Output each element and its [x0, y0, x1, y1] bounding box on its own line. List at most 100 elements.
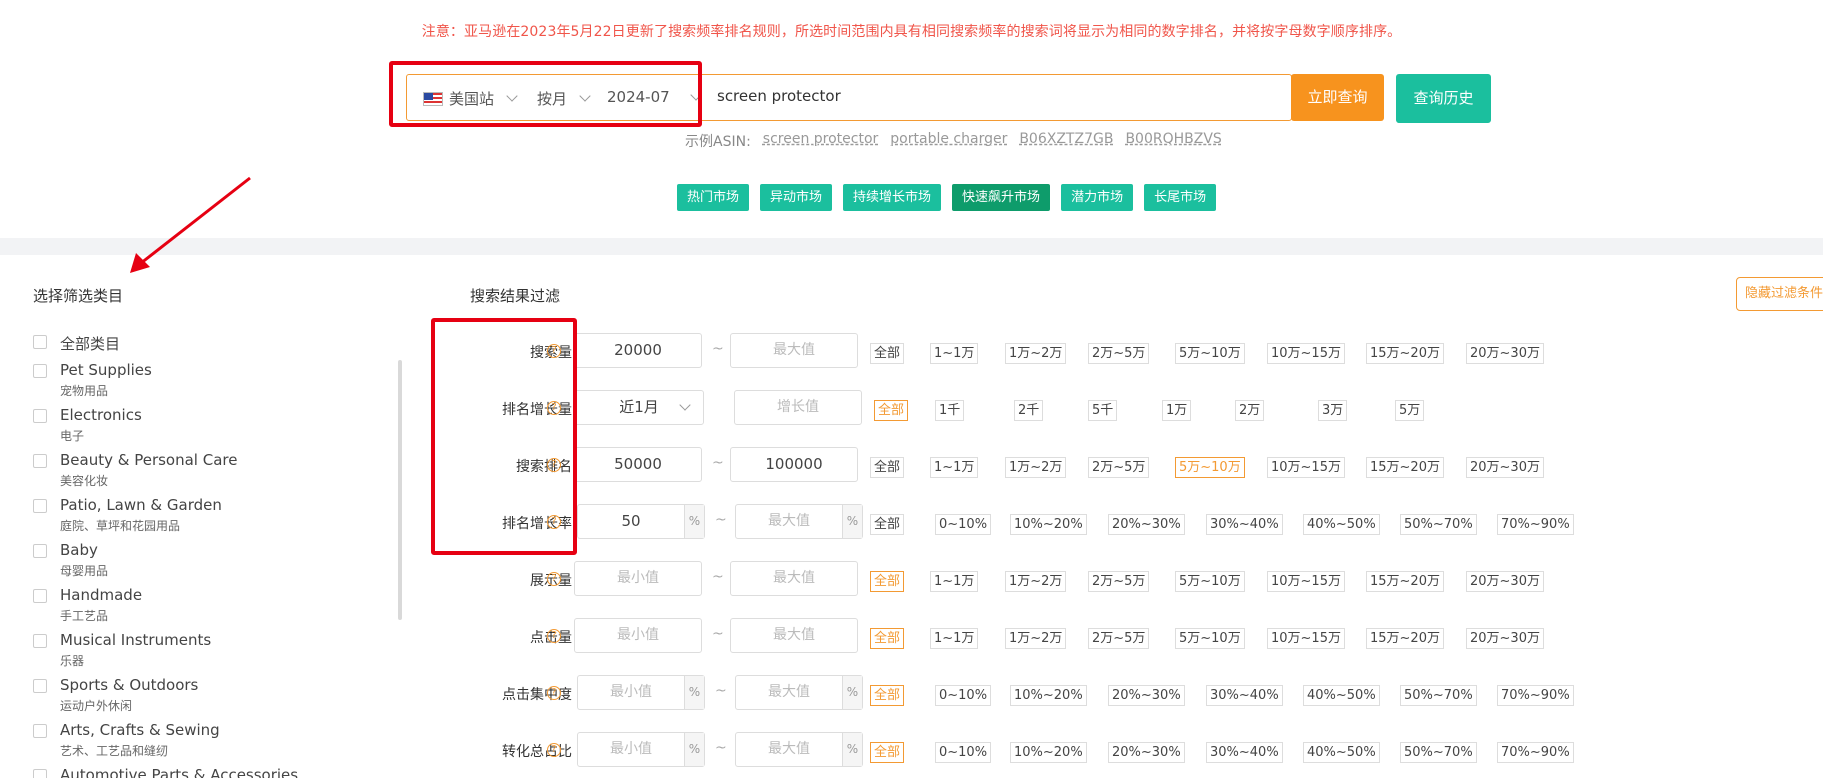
preset-chip[interactable]: 2万: [1235, 400, 1265, 421]
max-input[interactable]: 最大值%: [735, 732, 863, 767]
preset-chip[interactable]: 0~10%: [935, 514, 992, 535]
preset-chip[interactable]: 1~1万: [930, 628, 979, 649]
preset-chip[interactable]: 70%~90%: [1497, 742, 1574, 763]
preset-chip[interactable]: 30%~40%: [1206, 742, 1283, 763]
preset-chip[interactable]: 10万~15万: [1267, 628, 1345, 649]
category-item[interactable]: Beauty & Personal Care 美容化妆: [33, 451, 383, 496]
preset-chip[interactable]: 20万~30万: [1466, 628, 1544, 649]
preset-chip[interactable]: 1万~2万: [1005, 628, 1067, 649]
preset-chip[interactable]: 1千: [935, 400, 965, 421]
tab-abnormal-market[interactable]: 异动市场: [760, 184, 833, 211]
preset-chip[interactable]: 全部: [874, 400, 909, 421]
preset-chip[interactable]: 10万~15万: [1267, 571, 1345, 592]
help-icon[interactable]: ?: [547, 629, 561, 643]
preset-chip[interactable]: 1~1万: [930, 457, 979, 478]
search-input[interactable]: [717, 87, 1277, 105]
max-input[interactable]: 最大值%: [735, 504, 863, 539]
preset-chip[interactable]: 15万~20万: [1366, 343, 1444, 364]
preset-chip[interactable]: 20万~30万: [1466, 343, 1544, 364]
help-icon[interactable]: ?: [547, 743, 561, 757]
query-button[interactable]: 立即查询: [1291, 74, 1384, 121]
preset-chip[interactable]: 30%~40%: [1206, 685, 1283, 706]
period-dropdown[interactable]: 近1月: [574, 390, 704, 425]
preset-chip[interactable]: 5万~10万: [1175, 628, 1245, 649]
preset-chip[interactable]: 20万~30万: [1466, 571, 1544, 592]
preset-chip[interactable]: 2万~5万: [1088, 343, 1150, 364]
category-scrollbar[interactable]: [398, 360, 402, 620]
preset-chip[interactable]: 1万~2万: [1005, 343, 1067, 364]
preset-chip[interactable]: 70%~90%: [1497, 685, 1574, 706]
preset-chip[interactable]: 2万~5万: [1088, 571, 1150, 592]
preset-chip[interactable]: 3万: [1318, 400, 1348, 421]
preset-chip[interactable]: 15万~20万: [1366, 571, 1444, 592]
checkbox[interactable]: [33, 679, 47, 693]
hide-filters-button[interactable]: 隐藏过滤条件: [1736, 277, 1823, 311]
tab-growth-market[interactable]: 持续增长市场: [843, 184, 942, 211]
checkbox[interactable]: [33, 724, 47, 738]
preset-chip[interactable]: 50%~70%: [1400, 514, 1477, 535]
checkbox[interactable]: [33, 335, 47, 349]
min-input[interactable]: 最小值%: [577, 675, 705, 710]
preset-chip[interactable]: 2千: [1014, 400, 1044, 421]
category-item[interactable]: Electronics 电子: [33, 406, 383, 451]
preset-chip[interactable]: 40%~50%: [1303, 514, 1380, 535]
preset-chip[interactable]: 50%~70%: [1400, 742, 1477, 763]
category-item[interactable]: Automotive Parts & Accessories: [33, 766, 383, 778]
checkbox[interactable]: [33, 544, 47, 558]
category-item[interactable]: Handmade 手工艺品: [33, 586, 383, 631]
category-item[interactable]: Pet Supplies 宠物用品: [33, 361, 383, 406]
preset-chip[interactable]: 30%~40%: [1206, 514, 1283, 535]
max-input[interactable]: 最大值%: [735, 675, 863, 710]
example-link[interactable]: portable charger: [890, 131, 1007, 151]
preset-chip[interactable]: 10%~20%: [1010, 742, 1087, 763]
checkbox[interactable]: [33, 769, 47, 778]
preset-chip[interactable]: 1万~2万: [1005, 457, 1067, 478]
preset-chip[interactable]: 1~1万: [930, 571, 979, 592]
max-input[interactable]: 100000: [730, 447, 858, 482]
checkbox[interactable]: [33, 589, 47, 603]
min-input[interactable]: 50000: [574, 447, 702, 482]
preset-chip[interactable]: 15万~20万: [1366, 457, 1444, 478]
preset-chip[interactable]: 10%~20%: [1010, 514, 1087, 535]
category-item[interactable]: Patio, Lawn & Garden 庭院、草坪和花园用品: [33, 496, 383, 541]
preset-chip[interactable]: 20万~30万: [1466, 457, 1544, 478]
min-input[interactable]: 20000: [574, 333, 702, 368]
min-input[interactable]: 最小值%: [577, 732, 705, 767]
preset-chip[interactable]: 5万~10万: [1175, 457, 1245, 478]
preset-chip[interactable]: 70%~90%: [1497, 514, 1574, 535]
checkbox[interactable]: [33, 634, 47, 648]
preset-chip[interactable]: 40%~50%: [1303, 685, 1380, 706]
preset-chip[interactable]: 40%~50%: [1303, 742, 1380, 763]
preset-chip[interactable]: 10万~15万: [1267, 457, 1345, 478]
example-link[interactable]: B06XZTZ7GB: [1019, 131, 1113, 151]
min-input[interactable]: 最小值: [574, 618, 702, 653]
tab-longtail-market[interactable]: 长尾市场: [1144, 184, 1217, 211]
checkbox[interactable]: [33, 409, 47, 423]
tab-potential-market[interactable]: 潜力市场: [1061, 184, 1134, 211]
max-input[interactable]: 最大值: [730, 561, 858, 596]
preset-chip[interactable]: 1万: [1162, 400, 1192, 421]
category-item[interactable]: Musical Instruments 乐器: [33, 631, 383, 676]
example-link[interactable]: B00RQHBZVS: [1125, 131, 1221, 151]
checkbox[interactable]: [33, 499, 47, 513]
preset-chip[interactable]: 5万~10万: [1175, 343, 1245, 364]
help-icon[interactable]: ?: [547, 686, 561, 700]
preset-chip[interactable]: 全部: [870, 343, 905, 364]
category-item[interactable]: Sports & Outdoors 运动户外休闲: [33, 676, 383, 721]
preset-chip[interactable]: 0~10%: [935, 742, 992, 763]
preset-chip[interactable]: 15万~20万: [1366, 628, 1444, 649]
checkbox[interactable]: [33, 454, 47, 468]
preset-chip[interactable]: 全部: [870, 457, 905, 478]
preset-chip[interactable]: 2万~5万: [1088, 628, 1150, 649]
min-input[interactable]: 50%: [577, 504, 705, 539]
preset-chip[interactable]: 2万~5万: [1088, 457, 1150, 478]
growth-value-input[interactable]: 增长值: [734, 390, 862, 425]
preset-chip[interactable]: 5千: [1088, 400, 1118, 421]
checkbox[interactable]: [33, 364, 47, 378]
preset-chip[interactable]: 20%~30%: [1108, 742, 1185, 763]
preset-chip[interactable]: 全部: [870, 571, 905, 592]
preset-chip[interactable]: 5万: [1395, 400, 1425, 421]
max-input[interactable]: 最大值: [730, 333, 858, 368]
max-input[interactable]: 最大值: [730, 618, 858, 653]
history-button[interactable]: 查询历史: [1396, 74, 1491, 123]
